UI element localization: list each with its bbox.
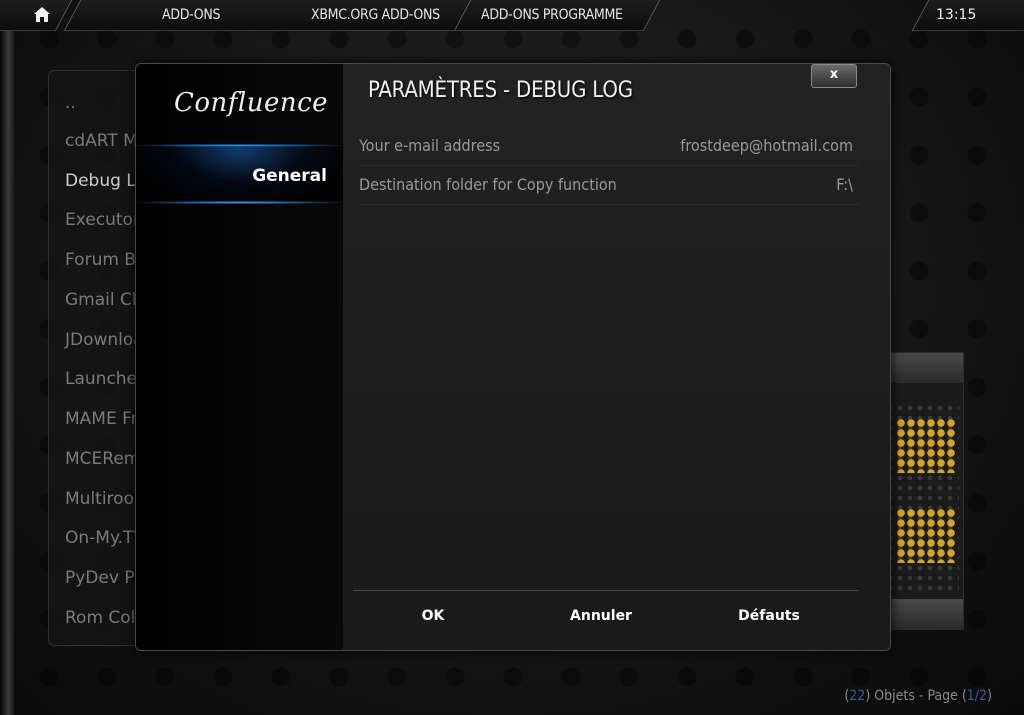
close-button[interactable]: x bbox=[811, 64, 857, 88]
setting-value: F:\ bbox=[836, 175, 853, 194]
category-general[interactable]: General bbox=[136, 144, 343, 204]
item-count: (22) Objets - Page (1/2) bbox=[844, 688, 992, 704]
setting-label: Destination folder for Copy function bbox=[359, 175, 617, 194]
breadcrumb-item[interactable]: ADD-ONS bbox=[162, 7, 220, 23]
settings-panel: PARAMÈTRES - DEBUG LOG Your e-mail addre… bbox=[343, 64, 890, 650]
led-lit-segment bbox=[896, 508, 956, 563]
list-item[interactable]: Launcher bbox=[65, 369, 144, 389]
confluence-logo: Confluence bbox=[174, 88, 329, 118]
clock: 13:15 bbox=[936, 7, 977, 23]
ok-button[interactable]: OK bbox=[373, 608, 493, 624]
item-count-value: 22 bbox=[849, 688, 866, 704]
list-item[interactable]: Executor bbox=[65, 210, 140, 230]
category-label: General bbox=[252, 166, 327, 186]
home-icon[interactable] bbox=[33, 6, 51, 23]
category-panel: Confluence General bbox=[136, 64, 343, 650]
setting-destination-folder[interactable]: Destination folder for Copy function F:\ bbox=[359, 166, 859, 205]
setting-value: frostdeep@hotmail.com bbox=[680, 136, 853, 155]
page-indicator: 1/2 bbox=[966, 688, 988, 704]
top-bar: ADD-ONS XBMC.ORG ADD-ONS ADD-ONS PROGRAM… bbox=[0, 0, 1024, 31]
led-lit-segment bbox=[896, 418, 956, 473]
settings-dialog: Confluence General PARAMÈTRES - DEBUG LO… bbox=[135, 63, 891, 651]
button-separator bbox=[353, 590, 858, 591]
breadcrumb-item[interactable]: ADD-ONS PROGRAMME bbox=[481, 7, 623, 23]
category-highlight bbox=[136, 201, 343, 204]
setting-label: Your e-mail address bbox=[359, 136, 501, 155]
setting-email[interactable]: Your e-mail address frostdeep@hotmail.co… bbox=[359, 127, 859, 166]
objects-page-label: Objets - Page ( bbox=[870, 688, 967, 704]
left-edge-panel bbox=[0, 0, 14, 715]
list-item[interactable]: .. bbox=[65, 93, 76, 113]
breadcrumb-item[interactable]: XBMC.ORG ADD-ONS bbox=[311, 7, 440, 23]
list-item[interactable]: On-My.TV bbox=[65, 528, 145, 548]
defaults-button[interactable]: Défauts bbox=[709, 608, 829, 624]
cancel-button[interactable]: Annuler bbox=[541, 608, 661, 624]
dialog-title: PARAMÈTRES - DEBUG LOG bbox=[368, 78, 633, 103]
page-close: ) bbox=[987, 688, 992, 704]
